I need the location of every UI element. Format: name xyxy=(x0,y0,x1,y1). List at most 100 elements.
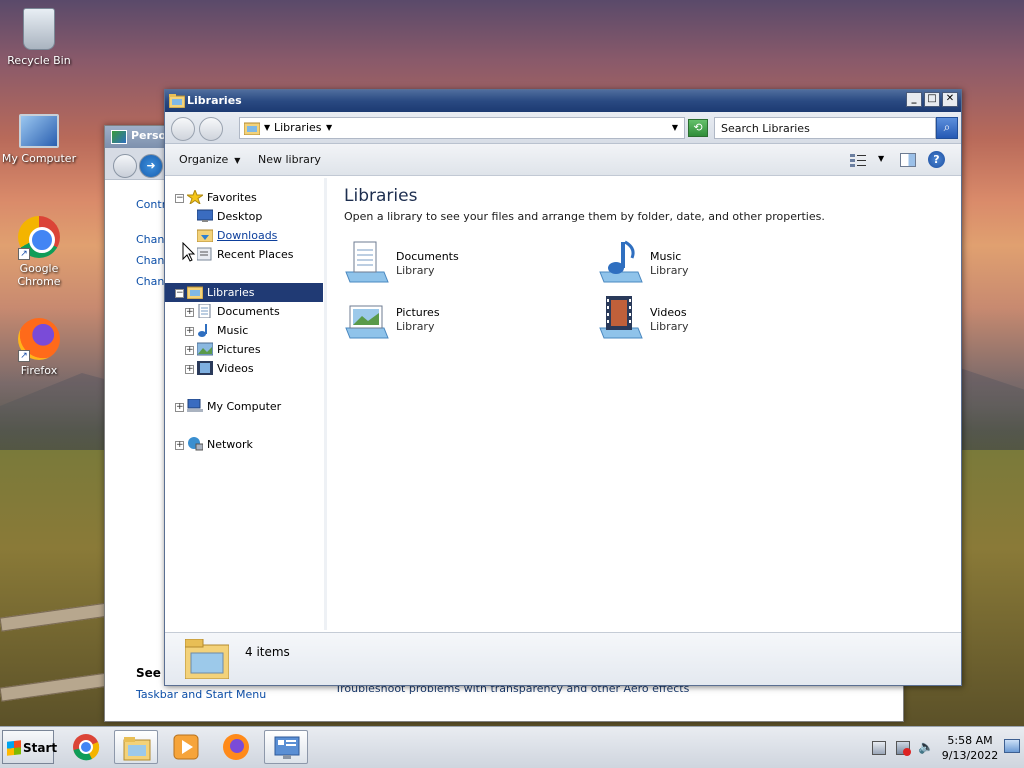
new-library-button[interactable]: New library xyxy=(258,153,321,166)
nav-favorites[interactable]: Favorites xyxy=(187,188,257,207)
recycle-bin-icon xyxy=(23,8,55,50)
show-desktop-button[interactable] xyxy=(1004,739,1020,753)
nav-label: Libraries xyxy=(207,286,255,299)
maximize-button[interactable]: □ xyxy=(924,92,940,107)
network-status-icon[interactable] xyxy=(896,741,911,756)
change-view-icon[interactable] xyxy=(850,153,866,167)
expand-documents-icon[interactable]: + xyxy=(185,308,194,317)
address-dropdown-icon[interactable]: ▼ xyxy=(672,123,678,132)
breadcrumb-chevron-icon[interactable]: ▼ xyxy=(326,123,332,132)
windows-flag-icon xyxy=(7,740,21,756)
library-music[interactable]: Music Library xyxy=(598,240,838,290)
library-name: Pictures xyxy=(396,306,440,319)
window-title: Libraries xyxy=(187,94,242,107)
close-button[interactable]: ✕ xyxy=(942,92,958,107)
taskbar: Start 🔈 5:58 AM 9/13/2022 xyxy=(0,726,1024,768)
help-icon[interactable]: ? xyxy=(928,151,945,168)
taskbar-explorer[interactable] xyxy=(114,730,158,764)
view-options-chevron-icon[interactable]: ▼ xyxy=(878,154,884,163)
preview-pane-icon[interactable] xyxy=(900,153,916,167)
nav-network[interactable]: Network xyxy=(187,435,253,454)
search-button[interactable]: ⌕ xyxy=(936,117,958,139)
nav-videos[interactable]: Videos xyxy=(197,359,254,378)
library-name: Documents xyxy=(396,250,459,263)
collapse-favorites-icon[interactable]: − xyxy=(175,194,184,203)
expand-videos-icon[interactable]: + xyxy=(185,365,194,374)
desktop-icon-label: Google Chrome xyxy=(17,262,61,288)
desktop-icon-firefox[interactable]: ↗ Firefox xyxy=(0,318,78,377)
nav-label: Downloads xyxy=(217,229,278,242)
computer-icon xyxy=(19,114,59,148)
desktop-icon-my-computer[interactable]: My Computer xyxy=(0,114,78,165)
media-player-icon xyxy=(173,734,199,760)
chrome-icon: ↗ xyxy=(18,216,60,260)
libraries-folder-icon xyxy=(185,639,229,679)
library-type: Library xyxy=(396,320,435,333)
nav-music[interactable]: Music xyxy=(197,321,248,340)
desktop-icon xyxy=(197,209,213,222)
nav-label: Desktop xyxy=(217,210,263,223)
nav-libraries[interactable]: Libraries xyxy=(165,283,323,302)
refresh-button[interactable]: ⟲ xyxy=(688,119,708,137)
page-subtitle: Open a library to see your files and arr… xyxy=(344,210,825,223)
library-type: Library xyxy=(650,320,689,333)
desktop-icon-recycle-bin[interactable]: Recycle Bin xyxy=(0,8,78,67)
nav-downloads[interactable]: Downloads xyxy=(197,226,277,245)
forward-button[interactable] xyxy=(199,117,223,141)
nav-desktop[interactable]: Desktop xyxy=(197,207,262,226)
nav-documents[interactable]: Documents xyxy=(197,302,280,321)
library-documents[interactable]: Documents Library xyxy=(344,240,584,290)
nav-pictures[interactable]: Pictures xyxy=(197,340,261,359)
taskbar-firefox[interactable] xyxy=(214,730,258,764)
nav-label: Documents xyxy=(217,305,280,318)
organize-button[interactable]: Organize ▼ xyxy=(179,153,240,166)
taskbar-chrome[interactable] xyxy=(64,730,108,764)
taskbar-media-player[interactable] xyxy=(164,730,208,764)
expand-music-icon[interactable]: + xyxy=(185,327,194,336)
taskbar-clock[interactable]: 5:58 AM 9/13/2022 xyxy=(940,733,1000,763)
breadcrumb-libraries[interactable]: Libraries xyxy=(274,121,322,134)
back-button[interactable] xyxy=(113,154,137,178)
address-bar[interactable]: ▼ Libraries ▼ ▼ xyxy=(239,117,685,139)
start-button[interactable]: Start xyxy=(2,730,57,764)
clock-time: 5:58 AM xyxy=(947,734,993,747)
taskbar-start-menu-link[interactable]: Taskbar and Start Menu xyxy=(136,688,266,701)
nav-recent-places[interactable]: Recent Places xyxy=(197,245,294,264)
collapse-libraries-icon[interactable]: − xyxy=(175,289,184,298)
library-name: Videos xyxy=(650,306,687,319)
action-center-icon[interactable] xyxy=(872,741,886,755)
library-pictures[interactable]: Pictures Library xyxy=(344,296,584,346)
minimize-button[interactable]: _ xyxy=(906,92,922,107)
window-titlebar[interactable]: Libraries _ □ ✕ xyxy=(165,90,961,112)
library-type: Library xyxy=(650,264,689,277)
library-name: Music xyxy=(650,250,682,263)
star-icon xyxy=(187,190,203,204)
expand-pictures-icon[interactable]: + xyxy=(185,346,194,355)
clock-date: 9/13/2022 xyxy=(941,749,999,762)
organize-label: Organize xyxy=(179,153,229,166)
back-button[interactable] xyxy=(171,117,195,141)
music-icon xyxy=(198,324,207,337)
nav-label: Music xyxy=(217,324,249,337)
libraries-window[interactable]: Libraries _ □ ✕ ▼ Libraries ▼ ▼ ⟲ Search… xyxy=(164,89,962,686)
pictures-library-icon xyxy=(345,305,389,339)
nav-my-computer[interactable]: My Computer xyxy=(187,397,281,416)
control-panel-link[interactable]: Contr xyxy=(136,198,166,211)
nav-label: Favorites xyxy=(207,191,257,204)
item-count: 4 items xyxy=(245,645,290,659)
search-input[interactable]: Search Libraries xyxy=(714,117,936,139)
firefox-icon: ↗ xyxy=(18,318,60,362)
shortcut-arrow-icon: ↗ xyxy=(18,248,30,260)
breadcrumb-chevron-icon[interactable]: ▼ xyxy=(264,123,270,132)
taskbar-personalization[interactable] xyxy=(264,730,308,764)
desktop-icon-label: Firefox xyxy=(20,364,58,377)
expand-network-icon[interactable]: + xyxy=(175,441,184,450)
computer-icon xyxy=(187,399,203,412)
forward-button[interactable]: ➜ xyxy=(139,154,163,178)
library-videos[interactable]: Videos Library xyxy=(598,296,838,346)
personalization-icon xyxy=(111,130,127,144)
expand-my-computer-icon[interactable]: + xyxy=(175,403,184,412)
desktop-icon-chrome[interactable]: ↗ Google Chrome xyxy=(0,216,78,288)
volume-icon[interactable]: 🔈 xyxy=(918,741,934,755)
downloads-folder-icon xyxy=(197,229,213,242)
